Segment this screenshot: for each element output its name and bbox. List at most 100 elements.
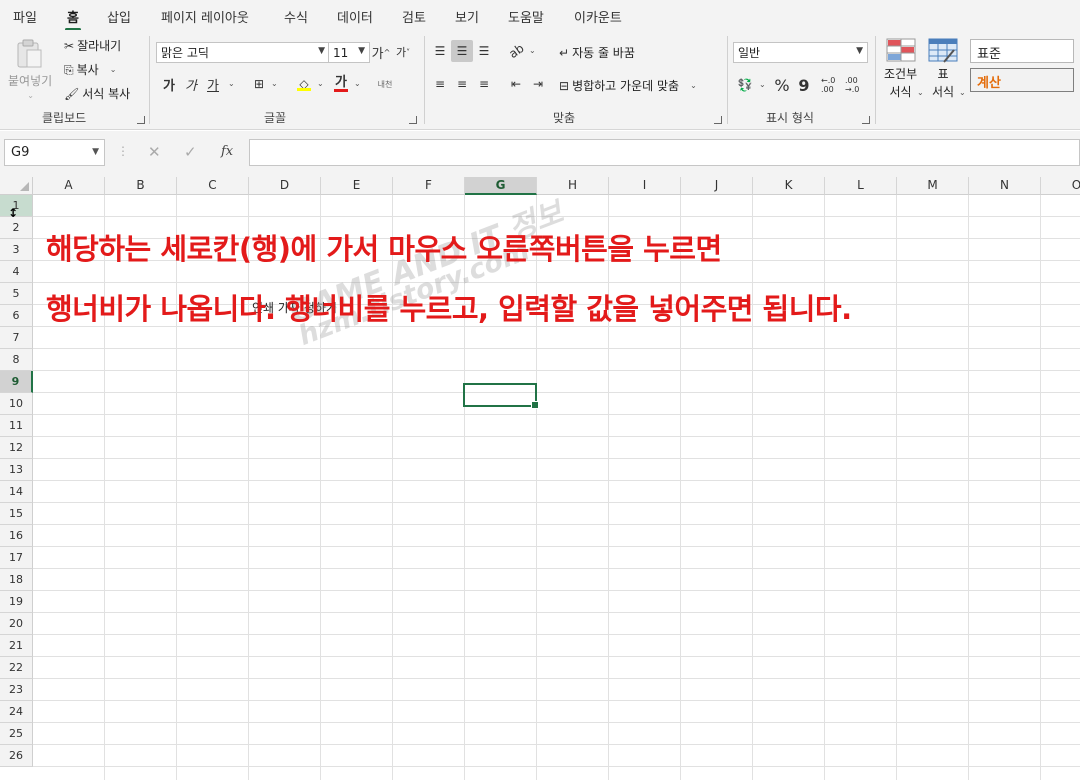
border-button[interactable]: ⊞ — [248, 73, 270, 95]
row-header-11[interactable]: 11 — [0, 415, 33, 437]
italic-button[interactable]: 가 — [180, 73, 202, 95]
tab-review[interactable]: 검토 — [402, 7, 426, 26]
phonetic-button[interactable]: 내천 — [374, 73, 396, 95]
chevron-down-icon[interactable]: ⌄ — [228, 79, 235, 88]
row-header-2[interactable]: 2 — [0, 217, 33, 239]
tab-formulas[interactable]: 수식 — [284, 7, 308, 26]
dialog-launcher-icon[interactable] — [862, 116, 870, 124]
format-painter-button[interactable]: 🖌 서식 복사 — [64, 85, 130, 102]
tab-ecount[interactable]: 이카운트 — [574, 7, 622, 26]
underline-button[interactable]: 가 — [202, 73, 224, 95]
chevron-down-icon[interactable]: ⌄ — [354, 79, 361, 88]
align-top-button[interactable]: ☰ — [429, 40, 451, 62]
row-header-7[interactable]: 7 — [0, 327, 33, 349]
row-header-21[interactable]: 21 — [0, 635, 33, 657]
number-format-select[interactable]: 일반 ▼ — [733, 42, 868, 63]
name-box[interactable]: G9 ▼ — [4, 139, 105, 166]
row-header-18[interactable]: 18 — [0, 569, 33, 591]
row-header-10[interactable]: 10 — [0, 393, 33, 415]
column-header-c[interactable]: C — [177, 177, 249, 195]
chevron-down-icon[interactable]: ⌄ — [317, 79, 324, 88]
cancel-icon[interactable]: ✕ — [148, 143, 161, 161]
merge-center-button[interactable]: ⊟ 병합하고 가운데 맞춤 ⌄ — [559, 77, 697, 94]
shrink-font-button[interactable]: 가 ˅ — [392, 41, 414, 63]
column-header-b[interactable]: B — [105, 177, 177, 195]
column-header-l[interactable]: L — [825, 177, 897, 195]
row-header-5[interactable]: 5 — [0, 283, 33, 305]
row-header-19[interactable]: 19 — [0, 591, 33, 613]
insert-function-icon[interactable]: fx — [221, 144, 233, 159]
comma-button[interactable]: 9 — [793, 74, 815, 96]
row-header-16[interactable]: 16 — [0, 525, 33, 547]
chevron-down-icon[interactable]: ⌄ — [529, 46, 536, 55]
style-calculation[interactable]: 계산 — [970, 68, 1074, 92]
conditional-format-button[interactable]: 조건부 서식 — [884, 38, 917, 100]
chevron-down-icon[interactable]: ⌄ — [759, 80, 766, 89]
dialog-launcher-icon[interactable] — [714, 116, 722, 124]
column-header-d[interactable]: D — [249, 177, 321, 195]
row-header-22[interactable]: 22 — [0, 657, 33, 679]
row-header-24[interactable]: 24 — [0, 701, 33, 723]
percent-button[interactable]: % — [771, 74, 793, 96]
column-header-i[interactable]: I — [609, 177, 681, 195]
dialog-launcher-icon[interactable] — [137, 116, 145, 124]
chevron-down-icon[interactable]: ⌄ — [917, 88, 924, 97]
tab-file[interactable]: 파일 — [13, 7, 37, 26]
row-header-14[interactable]: 14 — [0, 481, 33, 503]
grow-font-button[interactable]: 가 ^ — [370, 41, 392, 63]
orientation-button[interactable]: ab — [505, 40, 527, 62]
align-middle-button[interactable]: ☰ — [451, 40, 473, 62]
column-header-f[interactable]: F — [393, 177, 465, 195]
copy-button[interactable]: ⎘ 복사 ⌄ — [64, 61, 116, 78]
column-header-a[interactable]: A — [33, 177, 105, 195]
bold-button[interactable]: 가 — [158, 73, 180, 95]
tab-page-layout[interactable]: 페이지 레이아웃 — [161, 7, 249, 26]
cut-button[interactable]: ✂ 잘라내기 — [64, 37, 121, 54]
select-all-button[interactable] — [0, 177, 33, 195]
dialog-launcher-icon[interactable] — [409, 116, 417, 124]
wrap-text-button[interactable]: ↵ 자동 줄 바꿈 — [559, 44, 635, 61]
row-header-12[interactable]: 12 — [0, 437, 33, 459]
chevron-down-icon[interactable]: ⌄ — [271, 79, 278, 88]
row-header-15[interactable]: 15 — [0, 503, 33, 525]
font-name-select[interactable]: 맑은 고딕 ▼ — [156, 42, 330, 63]
align-bottom-button[interactable]: ☰ — [473, 40, 495, 62]
column-header-k[interactable]: K — [753, 177, 825, 195]
format-as-table-button[interactable]: 표 서식 — [928, 38, 958, 100]
chevron-down-icon[interactable]: ⌄ — [959, 88, 966, 97]
formula-input[interactable] — [249, 139, 1080, 166]
tab-insert[interactable]: 삽입 — [107, 7, 131, 26]
column-header-h[interactable]: H — [537, 177, 609, 195]
column-header-g[interactable]: G — [465, 177, 537, 195]
row-header-25[interactable]: 25 — [0, 723, 33, 745]
row-header-9[interactable]: 9 — [0, 371, 33, 393]
align-center-button[interactable]: ≡ — [451, 73, 473, 95]
fill-color-button[interactable]: ◇ — [293, 73, 315, 95]
tab-help[interactable]: 도움말 — [508, 7, 544, 26]
row-header-6[interactable]: 6 — [0, 305, 33, 327]
row-header-23[interactable]: 23 — [0, 679, 33, 701]
row-header-26[interactable]: 26 — [0, 745, 33, 767]
decrease-indent-button[interactable]: ⇤ — [505, 73, 527, 95]
column-header-o[interactable]: O — [1041, 177, 1080, 195]
row-header-4[interactable]: 4 — [0, 261, 33, 283]
row-header-3[interactable]: 3 — [0, 239, 33, 261]
column-header-m[interactable]: M — [897, 177, 969, 195]
align-left-button[interactable]: ≡ — [429, 73, 451, 95]
row-header-8[interactable]: 8 — [0, 349, 33, 371]
paste-button[interactable]: 붙여넣기 ⌄ — [8, 38, 52, 100]
align-right-button[interactable]: ≡ — [473, 73, 495, 95]
tab-data[interactable]: 데이터 — [337, 7, 373, 26]
tab-home[interactable]: 홈 — [65, 7, 81, 31]
active-cell-g9[interactable] — [463, 383, 539, 409]
row-header-17[interactable]: 17 — [0, 547, 33, 569]
row-header-13[interactable]: 13 — [0, 459, 33, 481]
style-normal[interactable]: 표준 — [970, 39, 1074, 63]
decrease-decimal-button[interactable]: .00 →.0 — [845, 74, 869, 96]
increase-indent-button[interactable]: ⇥ — [527, 73, 549, 95]
column-header-n[interactable]: N — [969, 177, 1041, 195]
accounting-format-button[interactable]: 💱 — [734, 74, 756, 96]
enter-icon[interactable]: ✓ — [184, 143, 197, 161]
column-header-e[interactable]: E — [321, 177, 393, 195]
row-header-20[interactable]: 20 — [0, 613, 33, 635]
